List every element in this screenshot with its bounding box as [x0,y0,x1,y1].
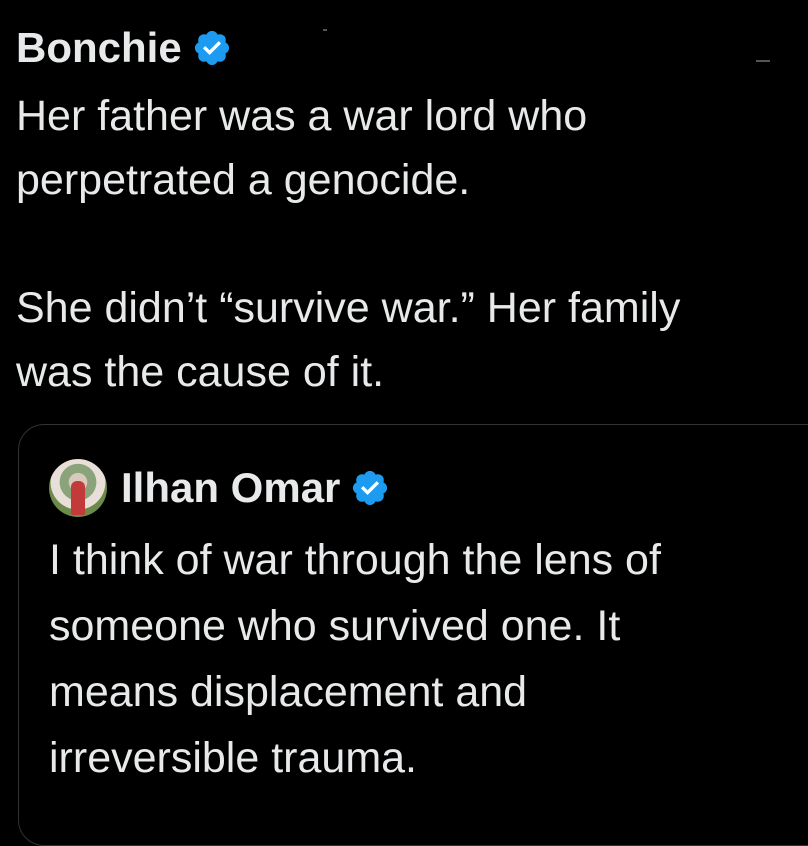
tweet-line: She didn’t “survive war.” Her family [16,284,681,332]
tweet-line: Her father was a war lord who [16,92,588,140]
stray-mark [756,60,770,62]
stray-mark [323,29,327,31]
verified-badge-icon [353,470,388,506]
quoted-tweet-text: I think of war through the lens of someo… [49,527,808,791]
quoted-tweet-card[interactable]: Ilhan Omar I think of war through the le… [18,424,808,846]
quoted-tweet-line: someone who survived one. It [49,602,621,650]
quoted-author-name[interactable]: Ilhan Omar [121,464,340,512]
tweet-text: Her father was a war lord who perpetrate… [16,84,806,404]
tweet-line: perpetrated a genocide. [16,156,471,204]
quoted-tweet-line: means displacement and [49,668,528,716]
quoted-tweet-line: irreversible trauma. [49,734,417,782]
author-name[interactable]: Bonchie [16,24,182,72]
verified-badge-icon [194,30,229,66]
tweet-header: Bonchie [16,24,232,72]
avatar[interactable] [49,459,107,517]
quoted-tweet-header: Ilhan Omar [49,459,390,517]
tweet-line: was the cause of it. [16,348,385,396]
quoted-tweet-line: I think of war through the lens of [49,536,661,584]
